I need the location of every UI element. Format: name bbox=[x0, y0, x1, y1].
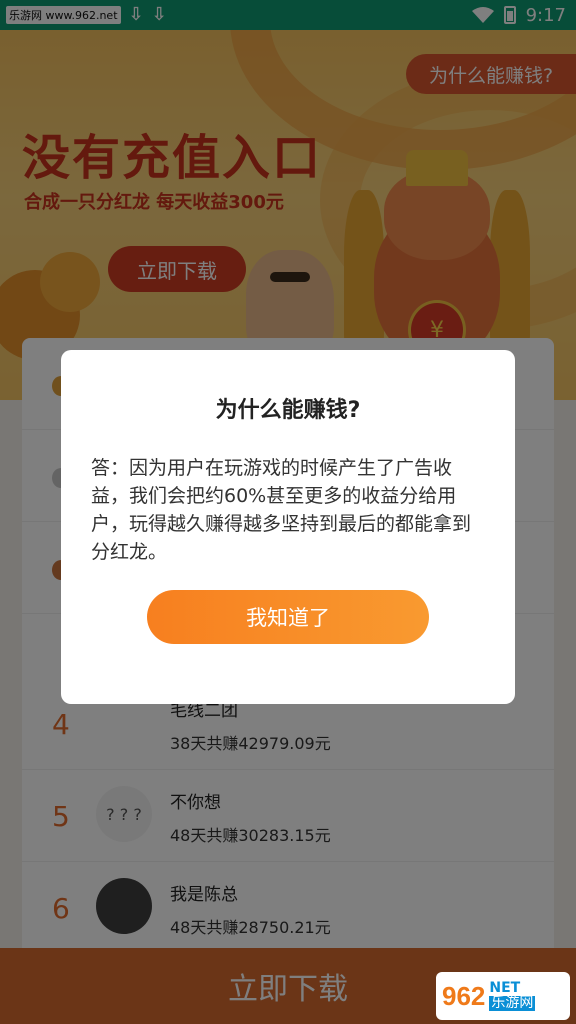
dialog-title: 为什么能赚钱? bbox=[215, 398, 361, 423]
info-dialog: 为什么能赚钱? 答：因为用户在玩游戏的时候产生了广告收益，我们会把约60%甚至更… bbox=[61, 350, 515, 704]
logo-zh: 乐游网 bbox=[489, 995, 536, 1012]
got-it-button[interactable]: 我知道了 bbox=[147, 590, 429, 644]
site-logo: 962 NET 乐游网 bbox=[436, 972, 570, 1020]
logo-text: NET 乐游网 bbox=[489, 979, 536, 1012]
dialog-body: 答：因为用户在玩游戏的时候产生了广告收益，我们会把约60%甚至更多的收益分给用户… bbox=[91, 457, 472, 563]
logo-en: NET bbox=[489, 979, 521, 996]
logo-number: 962 bbox=[442, 980, 486, 1011]
